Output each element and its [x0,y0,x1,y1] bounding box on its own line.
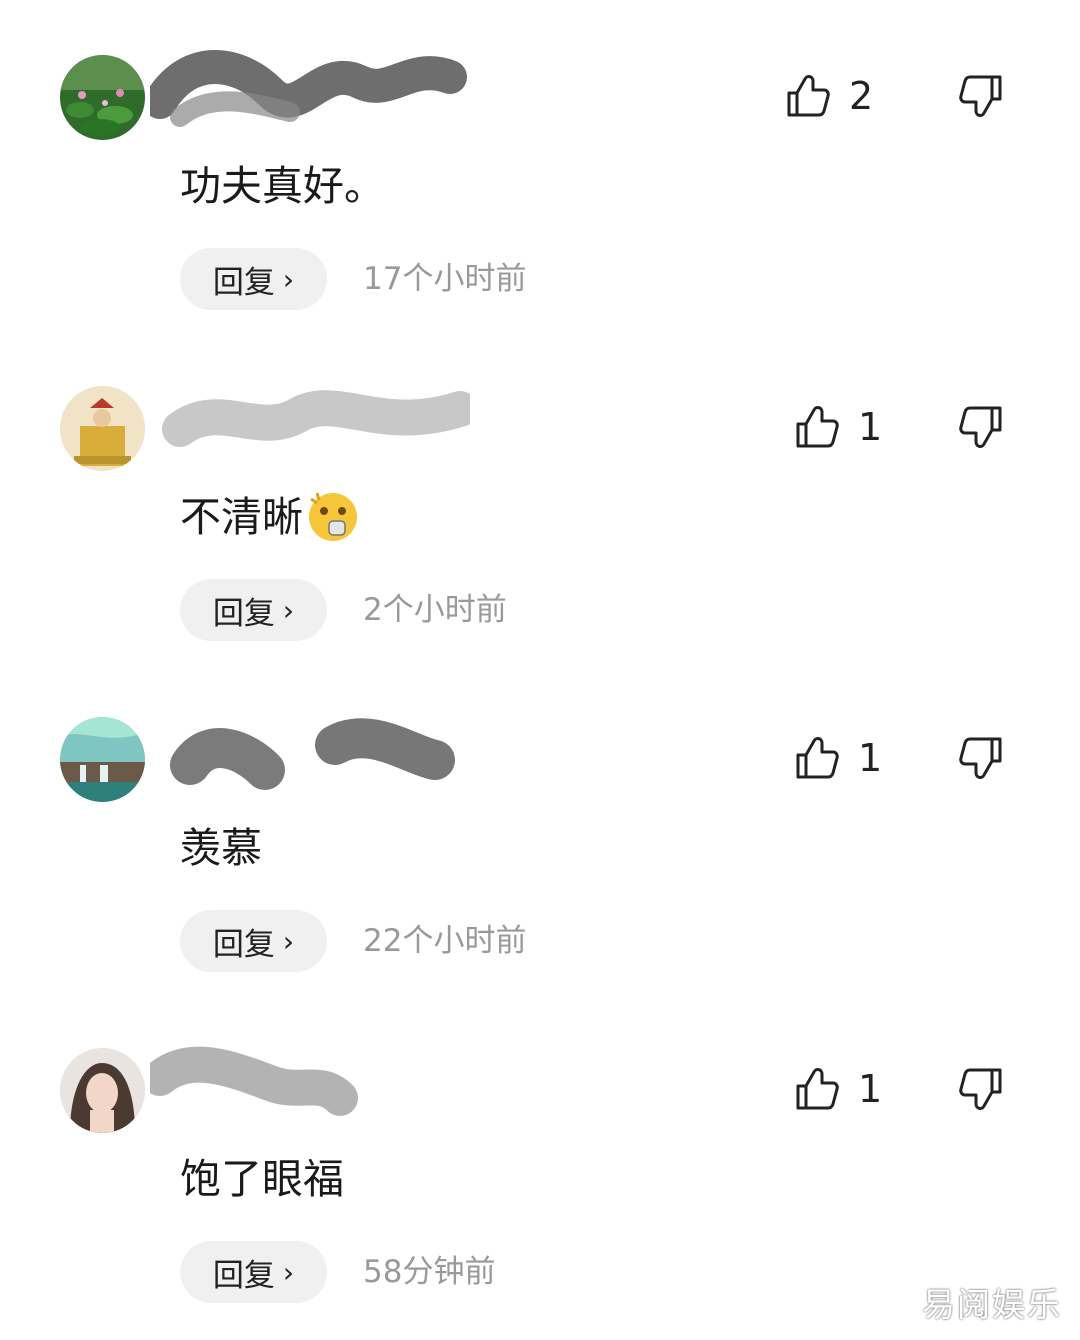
dizzy-face-emoji-icon [305,489,361,545]
comment-text: 功夫真好。 [180,162,385,210]
thumbs-up-icon [785,73,831,119]
chevron-right-icon: › [282,924,295,958]
like-count: 1 [858,736,883,780]
like-button[interactable]: 1 [794,1066,882,1112]
chevron-right-icon: › [282,593,295,627]
comment-item: 1 不清晰 回复 › 2个小时前 [0,331,1080,661]
reply-label: 回复 [212,595,275,632]
dislike-button[interactable] [958,1066,1004,1112]
dislike-button[interactable] [958,404,1004,450]
comment-item: 2 功夫真好。 回复 › 17个小时前 [0,0,1080,330]
reply-label: 回复 [212,264,275,301]
like-count: 1 [858,405,883,449]
like-button[interactable]: 1 [794,735,882,781]
comment-time: 2个小时前 [363,592,507,628]
comment-time: 22个小时前 [363,923,527,959]
reply-label: 回复 [212,926,275,963]
comment-text: 饱了眼福 [180,1155,344,1203]
comment-text: 不清晰 [180,493,303,541]
like-button[interactable]: 1 [794,404,882,450]
thumbs-down-icon [958,73,1004,119]
reply-button[interactable]: 回复 › [180,910,327,972]
thumbs-up-icon [794,735,840,781]
comment-text-row: 不清晰 [180,489,361,545]
reply-label: 回复 [212,1257,275,1294]
like-button[interactable]: 2 [785,73,873,119]
chevron-right-icon: › [282,262,295,296]
username-redacted[interactable] [150,42,470,142]
username-redacted[interactable] [150,369,470,469]
thumbs-up-icon [794,404,840,450]
watermark: 易阅娱乐 [922,1285,1062,1324]
reply-button[interactable]: 回复 › [180,1241,327,1303]
username-redacted[interactable] [150,700,470,800]
comment-item: 1 羡慕 回复 › 22个小时前 [0,662,1080,992]
thumbs-up-icon [794,1066,840,1112]
thumbs-down-icon [958,735,1004,781]
avatar[interactable] [60,717,145,802]
comment-item: 1 饱了眼福 回复 › 58分钟前 [0,993,1080,1323]
reply-button[interactable]: 回复 › [180,248,327,310]
comment-time: 17个小时前 [363,261,527,297]
reply-button[interactable]: 回复 › [180,579,327,641]
username-redacted[interactable] [150,1023,470,1123]
thumbs-down-icon [958,1066,1004,1112]
chevron-right-icon: › [282,1255,295,1289]
thumbs-down-icon [958,404,1004,450]
like-count: 2 [849,74,874,118]
comment-time: 58分钟前 [363,1254,496,1290]
avatar[interactable] [60,1048,145,1133]
avatar[interactable] [60,55,145,140]
dislike-button[interactable] [958,73,1004,119]
dislike-button[interactable] [958,735,1004,781]
avatar[interactable] [60,386,145,471]
like-count: 1 [858,1067,883,1111]
comment-text: 羡慕 [180,824,262,872]
